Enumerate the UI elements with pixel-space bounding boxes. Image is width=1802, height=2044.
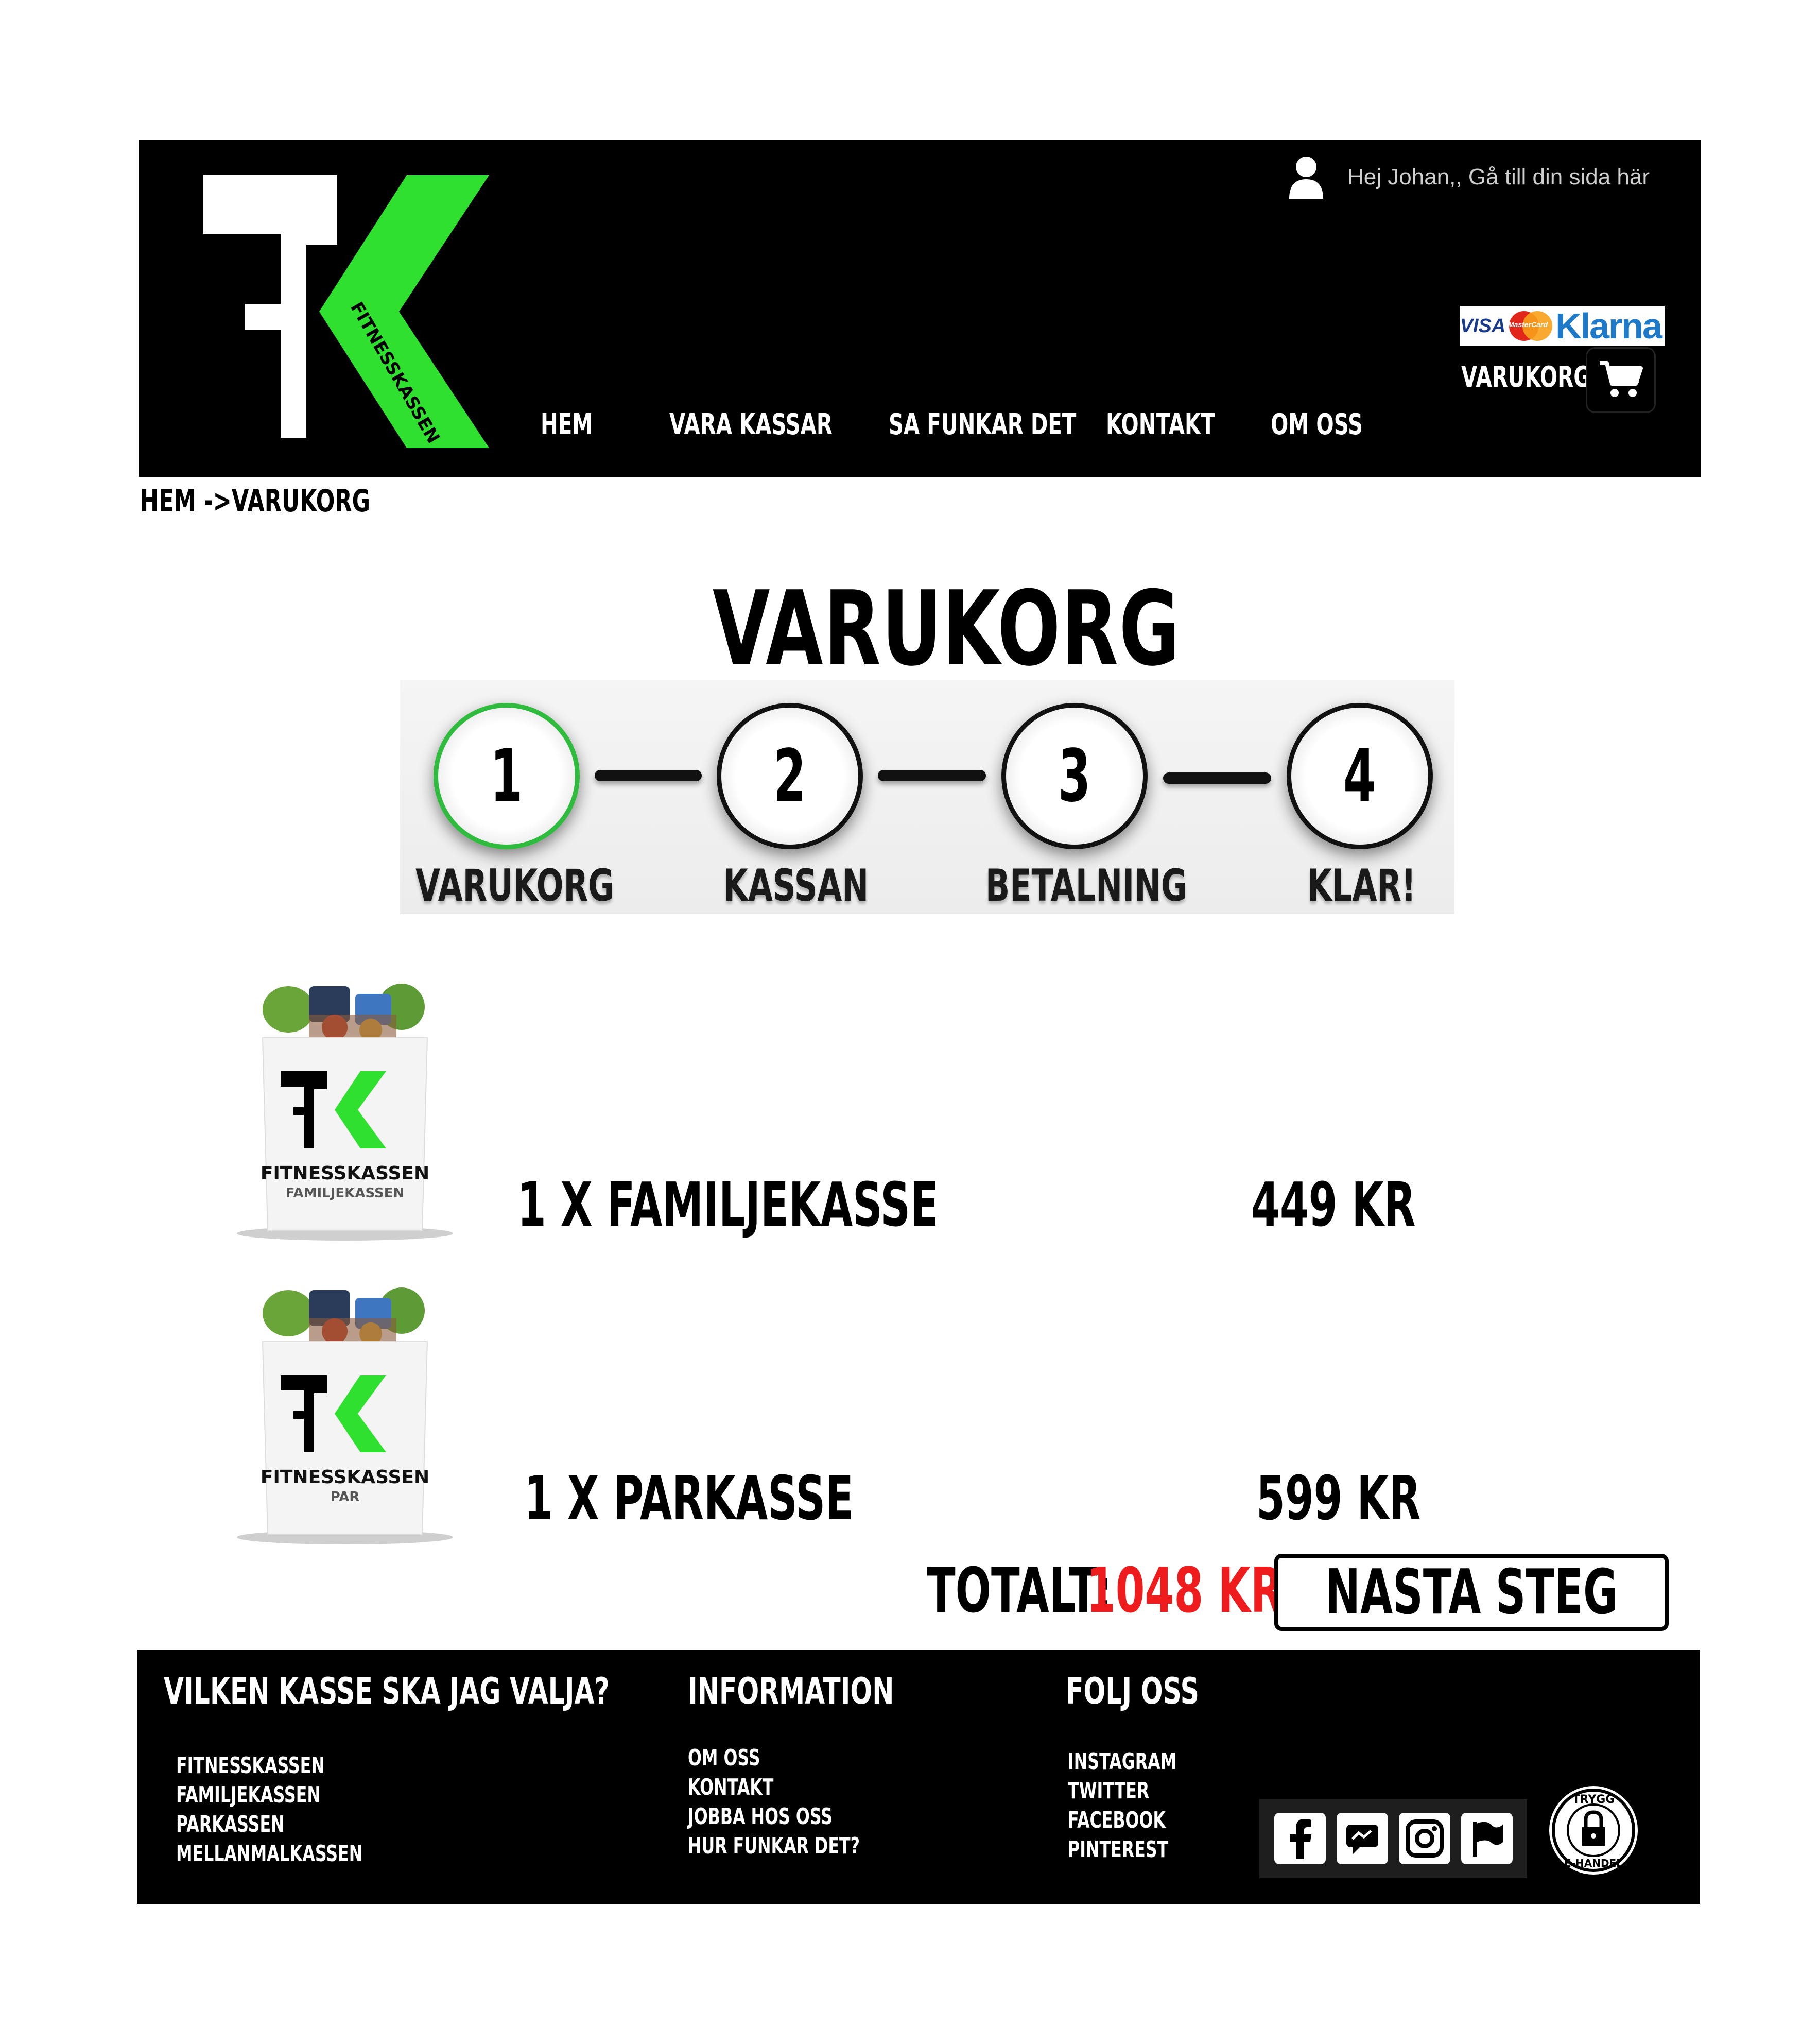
step-connector	[595, 770, 702, 781]
svg-text:E-HANDEL: E-HANDEL	[1564, 1857, 1623, 1869]
footer-link[interactable]: FACEBOOK	[1068, 1807, 1219, 1836]
step-1-circle: 1	[434, 703, 580, 849]
mastercard-logo: MasterCard	[1506, 306, 1552, 346]
svg-text:TRYGG: TRYGG	[1572, 1793, 1615, 1806]
main-nav: HEM VARA KASSAR SA FUNKAR DET KONTAKT OM…	[139, 408, 1701, 449]
bag-brand-text: FITNESSKASSEN	[261, 1467, 429, 1488]
cart-button[interactable]	[1586, 347, 1656, 413]
product-image-parkasse: FITNESSKASSEN PAR	[237, 1287, 453, 1544]
footer-links-information: OM OSS KONTAKT JOBBA HOS OSS HUR FUNKAR …	[688, 1745, 927, 1862]
fitnesskassen-logo[interactable]: FITNESSKASSEN	[203, 175, 492, 448]
footer-link[interactable]: OM OSS	[688, 1745, 927, 1774]
page-title: VARUKORG	[713, 569, 1181, 689]
cart-item-price: 599 KR	[1256, 1463, 1421, 1534]
user-greeting: Hej Johan,, Gå till din sida här	[1347, 164, 1650, 190]
footer-link[interactable]: FAMILJEKASSEN	[176, 1782, 435, 1811]
bag-sub-text: FAMILJEKASSEN	[286, 1186, 405, 1201]
cart-item-price: 449 KR	[1251, 1169, 1416, 1240]
user-account-link[interactable]: Hej Johan,, Gå till din sida här	[1288, 151, 1650, 203]
footer-link[interactable]: FITNESSKASSEN	[176, 1753, 435, 1782]
checkout-progress: 1 2 3 4 VARUKORG KASSAN BETALNING KLAR!	[400, 680, 1454, 914]
footer-heading-follow-us: FOLJ OSS	[1066, 1670, 1199, 1712]
bag-brand-text: FITNESSKASSEN	[261, 1163, 429, 1184]
facebook-icon[interactable]	[1274, 1813, 1326, 1864]
footer-link[interactable]: TWITTER	[1068, 1778, 1219, 1807]
breadcrumb[interactable]: HEM ->VARUKORG	[140, 483, 460, 519]
shopping-cart-icon	[1600, 361, 1643, 397]
step-connector	[878, 770, 986, 781]
social-icons-bar	[1259, 1799, 1527, 1878]
payment-badges: VISA MasterCard Klarna	[1460, 306, 1665, 346]
footer-links-social: INSTAGRAM TWITTER FACEBOOK PINTEREST	[1068, 1748, 1219, 1866]
next-step-button[interactable]: NASTA STEG	[1274, 1554, 1669, 1631]
visa-logo: VISA	[1460, 306, 1506, 346]
cart-item-name: 1 X PARKASSE	[524, 1463, 854, 1534]
cart-item-name: 1 X FAMILJEKASSE	[517, 1169, 939, 1240]
product-image-familjekasse: FITNESSKASSEN FAMILJEKASSEN	[237, 984, 453, 1241]
site-footer: VILKEN KASSE SKA JAG VALJA? FITNESSKASSE…	[137, 1650, 1700, 1904]
footer-heading-information: INFORMATION	[688, 1670, 894, 1712]
site-header: FITNESSKASSEN Hej Johan,, Gå till din si…	[139, 140, 1701, 477]
footer-link[interactable]: KONTAKT	[688, 1774, 927, 1803]
footer-link[interactable]: INSTAGRAM	[1068, 1748, 1219, 1778]
bag-sub-text: PAR	[331, 1489, 360, 1505]
footer-links-boxes: FITNESSKASSEN FAMILJEKASSEN PARKASSEN ME…	[176, 1753, 435, 1870]
flag-icon[interactable]	[1461, 1813, 1513, 1864]
step-4-circle: 4	[1287, 703, 1433, 849]
step-3-label: BETALNING	[985, 860, 1187, 912]
nav-hem[interactable]: HEM	[541, 408, 613, 441]
step-3-circle: 3	[1001, 703, 1148, 849]
footer-link[interactable]: JOBBA HOS OSS	[688, 1803, 927, 1833]
footer-link[interactable]: HUR FUNKAR DET?	[688, 1833, 927, 1862]
step-2-label: KASSAN	[723, 860, 869, 912]
cart-link[interactable]: VARUKORG (1)	[1461, 360, 1697, 394]
step-4-label: KLAR!	[1307, 860, 1416, 912]
step-2-circle: 2	[717, 703, 863, 849]
step-1-label: VARUKORG	[415, 860, 614, 912]
nav-om-oss[interactable]: OM OSS	[1271, 408, 1399, 441]
klarna-logo: Klarna	[1552, 306, 1665, 346]
messenger-icon[interactable]	[1336, 1813, 1388, 1864]
instagram-icon[interactable]	[1398, 1813, 1450, 1864]
nav-vara-kassar[interactable]: VARA KASSAR	[669, 408, 896, 441]
step-connector	[1163, 772, 1271, 784]
trygg-e-handel-badge[interactable]: TRYGG E-HANDEL	[1548, 1784, 1639, 1876]
footer-link[interactable]: PINTEREST	[1068, 1836, 1219, 1866]
footer-link[interactable]: MELLANMALKASSEN	[176, 1841, 435, 1870]
footer-link[interactable]: PARKASSEN	[176, 1811, 435, 1841]
nav-kontakt[interactable]: KONTAKT	[1106, 408, 1257, 441]
user-icon	[1289, 157, 1324, 199]
